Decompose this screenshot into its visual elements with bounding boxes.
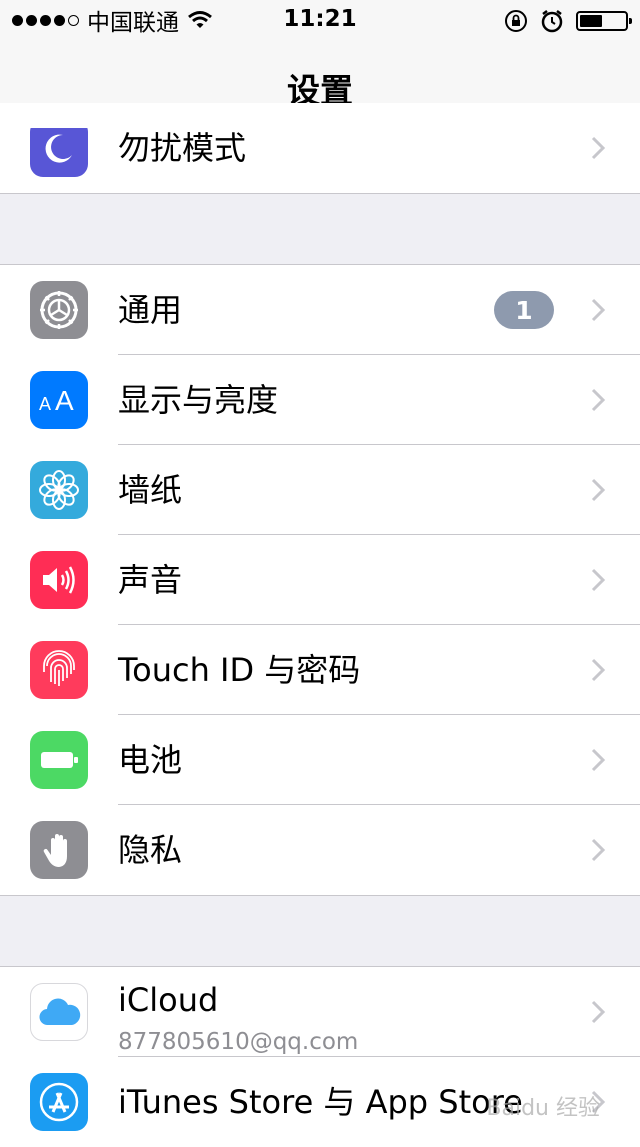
speaker-icon [30, 551, 88, 609]
flower-icon [30, 461, 88, 519]
notification-badge: 1 [494, 291, 554, 329]
chevron-right-icon [591, 1000, 606, 1024]
chevron-right-icon [591, 298, 606, 322]
battery-indicator [576, 11, 632, 31]
svg-text:A: A [55, 385, 74, 416]
cloud-icon [30, 983, 88, 1041]
fingerprint-icon [30, 641, 88, 699]
settings-row-do-not-disturb[interactable]: 勿扰模式 [0, 128, 640, 193]
settings-row-label: 声音 [118, 561, 183, 599]
settings-list: 勿扰模式 通用 1 A A 显示与亮度 墙纸 声音 Touch ID 与密码 电… [0, 103, 640, 1147]
chevron-right-icon [591, 838, 606, 862]
settings-row-touch-id[interactable]: Touch ID 与密码 [0, 625, 640, 715]
text-size-icon: A A [30, 371, 88, 429]
account-email: 877805610@qq.com [118, 1029, 359, 1055]
settings-row-privacy[interactable]: 隐私 [0, 805, 640, 895]
chevron-right-icon [591, 478, 606, 502]
battery-icon [30, 731, 88, 789]
chevron-right-icon [591, 748, 606, 772]
settings-row-battery[interactable]: 电池 [0, 715, 640, 805]
status-bar: 中国联通 11:21 [0, 0, 640, 40]
settings-row-label: 电池 [118, 741, 183, 779]
settings-row-wallpaper[interactable]: 墙纸 [0, 445, 640, 535]
chevron-right-icon [591, 388, 606, 412]
settings-row-label: iTunes Store 与 App Store [118, 1083, 523, 1121]
chevron-right-icon [591, 658, 606, 682]
hand-icon [30, 821, 88, 879]
settings-row-label: 墙纸 [118, 471, 183, 509]
settings-row-label: 隐私 [118, 831, 183, 869]
settings-row-label: 显示与亮度 [118, 381, 279, 419]
settings-row-display-brightness[interactable]: A A 显示与亮度 [0, 355, 640, 445]
moon-icon [30, 128, 88, 177]
orientation-lock-icon [505, 10, 527, 32]
settings-row-label: iCloud [118, 981, 219, 1019]
settings-row-icloud[interactable]: iCloud 877805610@qq.com [0, 967, 640, 1057]
settings-row-sounds[interactable]: 声音 [0, 535, 640, 625]
settings-group: 勿扰模式 [0, 103, 640, 194]
settings-row-label: Touch ID 与密码 [118, 651, 361, 689]
alarm-icon [541, 10, 563, 33]
gear-icon [30, 281, 88, 339]
settings-row-general[interactable]: 通用 1 [0, 265, 640, 355]
settings-group: 通用 1 A A 显示与亮度 墙纸 声音 Touch ID 与密码 电池 隐私 [0, 264, 640, 896]
settings-row-label: 通用 [118, 291, 183, 329]
svg-text:A: A [39, 394, 51, 414]
settings-row-label: 勿扰模式 [118, 129, 247, 167]
app-store-icon [30, 1073, 88, 1131]
chevron-right-icon [591, 136, 606, 160]
chevron-right-icon [591, 568, 606, 592]
watermark: Baidu 经验 [486, 1096, 600, 1121]
